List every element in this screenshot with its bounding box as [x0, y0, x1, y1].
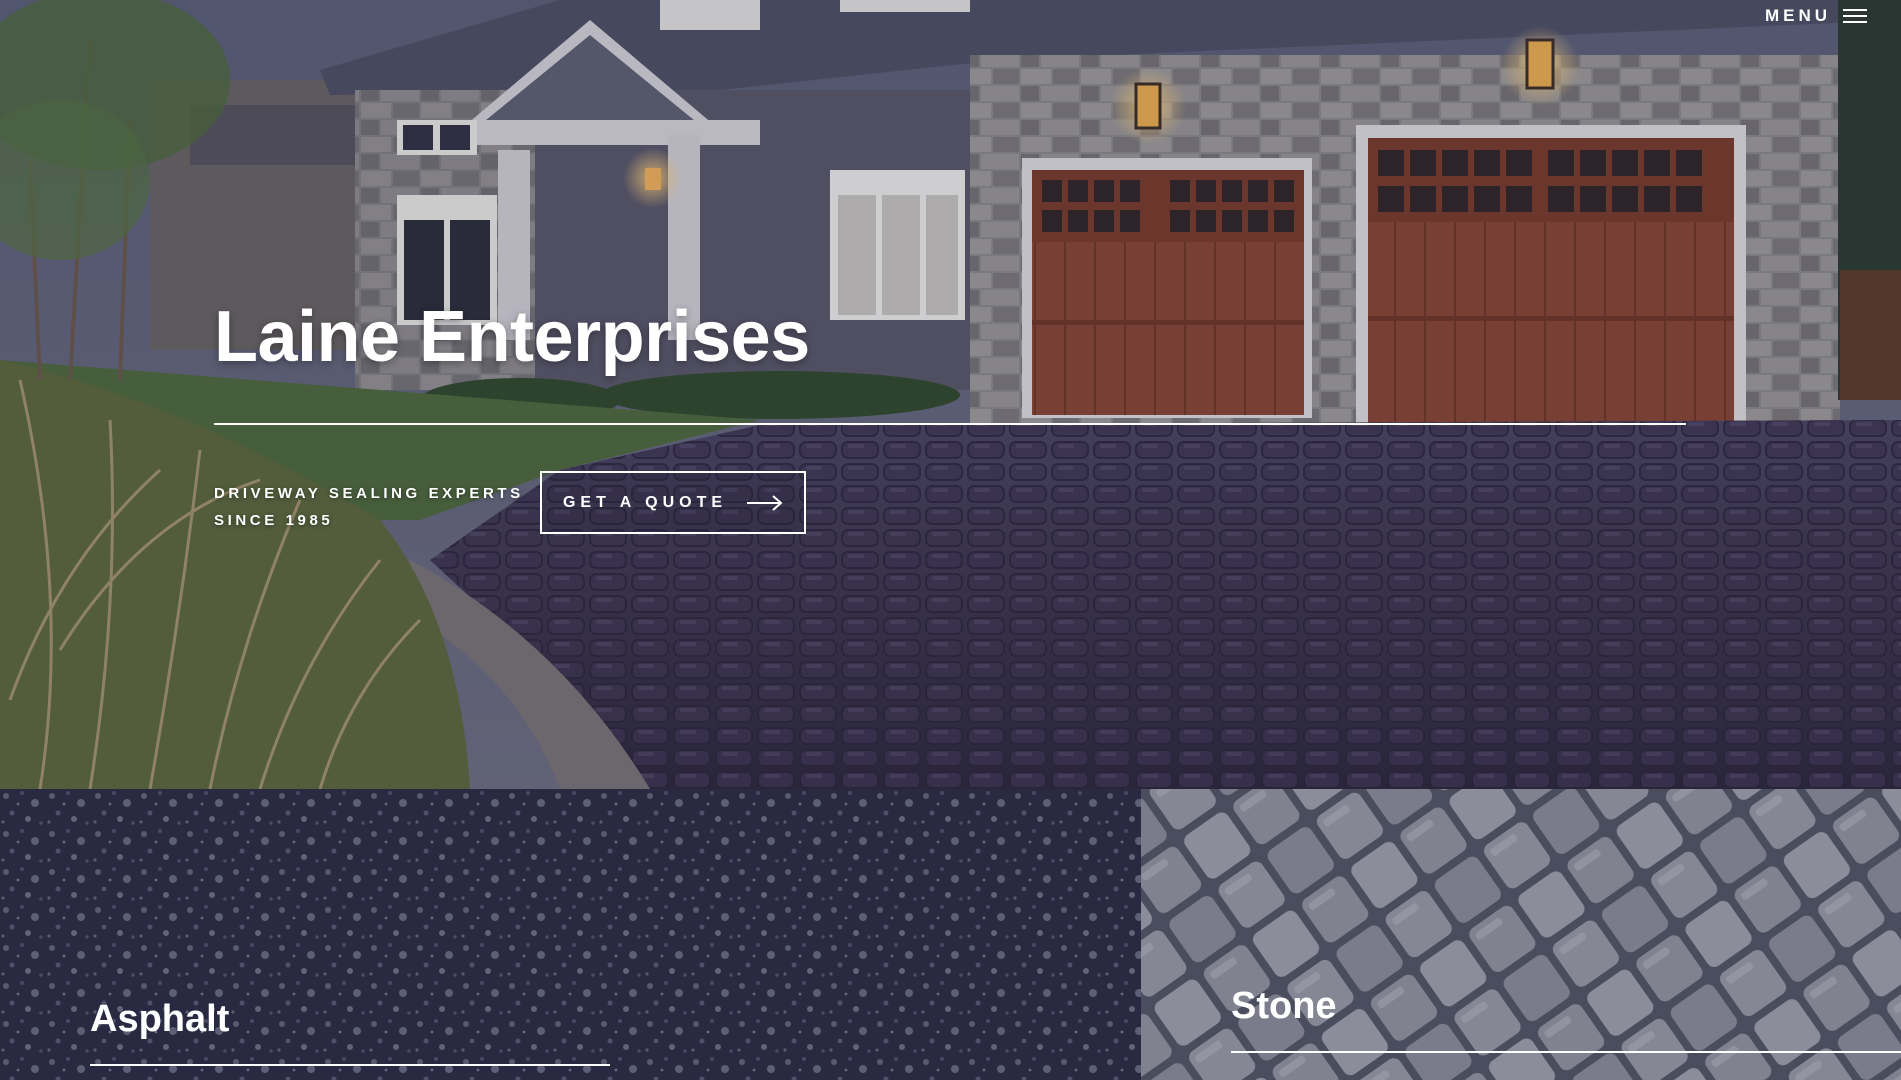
asphalt-divider — [90, 1064, 610, 1066]
get-a-quote-label: GET A QUOTE — [562, 493, 728, 511]
stone-card[interactable]: Stone — [1141, 789, 1901, 1080]
asphalt-title: Asphalt — [90, 998, 230, 1040]
stone-title: Stone — [1231, 985, 1337, 1027]
arrow-right-icon — [747, 494, 783, 511]
tagline-line-2: SINCE 1985 — [214, 512, 334, 529]
hero-overlay — [0, 0, 1901, 789]
tagline-line-1: DRIVEWAY SEALING EXPERTS — [214, 485, 524, 502]
asphalt-card[interactable]: Asphalt — [0, 789, 1141, 1080]
hero-section: MENU Laine Enterprises DRIVEWAY SEALING … — [0, 0, 1901, 789]
hero-divider — [214, 423, 1686, 425]
menu-label: MENU — [1764, 6, 1831, 25]
hero-tagline: DRIVEWAY SEALING EXPERTS SINCE 1985 — [214, 480, 524, 534]
hamburger-icon — [1843, 9, 1867, 23]
stone-overlay — [1141, 789, 1901, 1080]
stone-divider — [1231, 1051, 1901, 1053]
get-a-quote-button[interactable]: GET A QUOTE — [540, 471, 806, 534]
hero-title: Laine Enterprises — [214, 297, 810, 377]
menu-button[interactable]: MENU — [1765, 6, 1867, 26]
